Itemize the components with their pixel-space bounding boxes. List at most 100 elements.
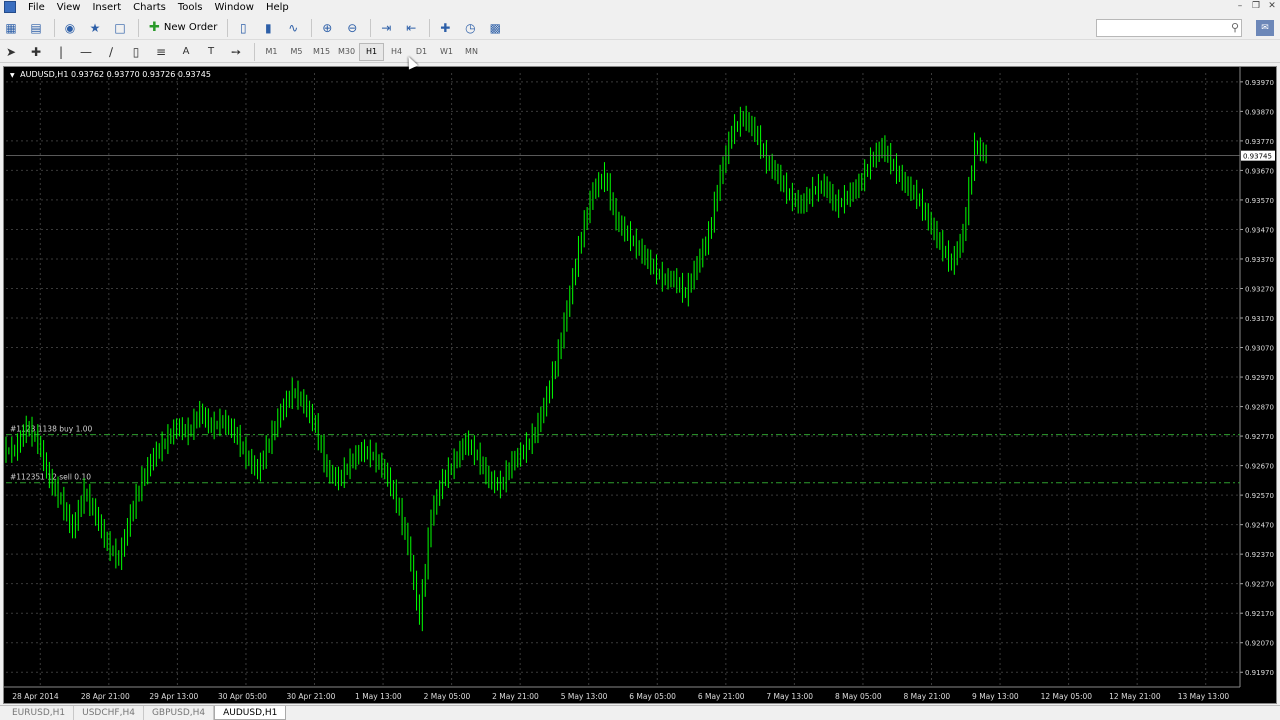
time-axis-label: 30 Apr 21:00 — [287, 692, 336, 701]
price-axis-label: 0.93870 — [1245, 108, 1274, 116]
plus-icon: ✚ — [149, 20, 160, 35]
toolbar-divider — [138, 18, 139, 37]
indicators-icon[interactable]: ✚ — [434, 18, 456, 38]
time-axis-label: 2 May 21:00 — [492, 692, 539, 701]
text-label-icon[interactable]: T — [200, 42, 222, 62]
timeframe-m5[interactable]: M5 — [284, 43, 309, 61]
trendline-icon[interactable]: ∕ — [100, 42, 122, 62]
channel-icon[interactable]: ▯ — [125, 42, 147, 62]
restore-icon[interactable]: ❐ — [1248, 0, 1264, 13]
price-axis-label: 0.93570 — [1245, 197, 1274, 205]
tab-audusd[interactable]: AUDUSD,H1 — [214, 706, 287, 720]
tab-usdchf[interactable]: USDCHF,H4 — [74, 706, 144, 720]
candlestick-icon[interactable]: ▮ — [257, 18, 279, 38]
line-studies-toolbar: ➤ ✚ | — ∕ ▯ ≡ A T ➙ M1 M5 M15 M30 H1 H4 … — [0, 41, 1280, 63]
menu-help[interactable]: Help — [260, 1, 295, 14]
line-chart-icon[interactable]: ∿ — [282, 18, 304, 38]
price-axis-label: 0.92370 — [1245, 551, 1274, 559]
zoom-out-icon[interactable]: ⊖ — [341, 18, 363, 38]
menu-insert[interactable]: Insert — [86, 1, 127, 14]
periods-icon[interactable]: ◷ — [459, 18, 481, 38]
timeframe-m1[interactable]: M1 — [259, 43, 284, 61]
horizontal-line-icon[interactable]: — — [75, 42, 97, 62]
menu-bar: File View Insert Charts Tools Window Hel… — [0, 0, 1280, 14]
time-axis-label: 29 Apr 13:00 — [149, 692, 198, 701]
price-axis-label: 0.93970 — [1245, 79, 1274, 87]
vertical-line-icon[interactable]: | — [50, 42, 72, 62]
arrows-icon[interactable]: ➙ — [225, 42, 247, 62]
cursor-icon[interactable]: ➤ — [0, 42, 22, 62]
time-axis-label: 28 Apr 2014 — [12, 692, 59, 701]
new-order-label: New Order — [163, 22, 218, 33]
time-axis-label: 8 May 05:00 — [835, 692, 882, 701]
chart-shift-icon[interactable]: ⇤ — [400, 18, 422, 38]
profiles-icon[interactable]: ▤ — [25, 18, 47, 38]
terminal-icon[interactable]: □ — [109, 18, 131, 38]
navigator-icon[interactable]: ★ — [84, 18, 106, 38]
tab-eurusd[interactable]: EURUSD,H1 — [4, 706, 75, 720]
minimize-icon[interactable]: – — [1232, 0, 1248, 13]
price-axis-label: 0.92170 — [1245, 610, 1274, 618]
window-controls: – ❐ ✕ — [1232, 0, 1280, 14]
price-axis-label: 0.93470 — [1245, 226, 1274, 234]
time-axis-label: 28 Apr 21:00 — [81, 692, 130, 701]
toolbar-divider — [370, 18, 372, 37]
market-watch-icon[interactable]: ◉ — [59, 18, 81, 38]
tab-gbpusd[interactable]: GBPUSD,H4 — [144, 706, 215, 720]
messages-icon[interactable]: ✉ — [1256, 20, 1274, 36]
timeframe-w1[interactable]: W1 — [434, 43, 459, 61]
fibonacci-icon[interactable]: ≡ — [150, 42, 172, 62]
toolbar-divider — [311, 18, 313, 37]
time-axis-label: 30 Apr 05:00 — [218, 692, 267, 701]
time-axis-label: 8 May 21:00 — [904, 692, 951, 701]
time-axis-label: 12 May 05:00 — [1041, 692, 1093, 701]
timeframe-m15[interactable]: M15 — [309, 43, 334, 61]
time-axis-label: 5 May 13:00 — [561, 692, 608, 701]
new-order-button[interactable]: ✚ New Order — [143, 18, 223, 38]
price-chart[interactable]: 0.93970 0.93870 0.93770 0.93670 0.93570 0.934… — [4, 67, 1276, 703]
price-axis-label: 0.92570 — [1245, 492, 1274, 500]
price-axis-label: 0.92470 — [1245, 522, 1274, 530]
timeframe-m30[interactable]: M30 — [334, 43, 359, 61]
price-axis-label: 0.92970 — [1245, 374, 1274, 382]
toolbar-divider — [227, 18, 229, 37]
price-axis-label: 0.93170 — [1245, 315, 1274, 323]
price-axis-label: 0.93270 — [1245, 285, 1274, 293]
standard-toolbar: ▦ ▤ ◉ ★ □ ✚ New Order ▯ ▮ ∿ ⊕ ⊖ ⇥ ⇤ ✚ ◷ … — [0, 16, 1280, 40]
order-label: #112351 12 sell 0.10 — [10, 473, 91, 482]
price-axis-label: 0.91970 — [1245, 669, 1274, 677]
price-axis-label: 0.92270 — [1245, 581, 1274, 589]
price-axis-label: 0.92070 — [1245, 640, 1274, 648]
search-input[interactable] — [1096, 19, 1242, 37]
text-icon[interactable]: A — [175, 42, 197, 62]
auto-scroll-icon[interactable]: ⇥ — [375, 18, 397, 38]
menu-file[interactable]: File — [22, 1, 51, 14]
price-axis-label: 0.92870 — [1245, 404, 1274, 412]
price-axis-label: 0.93070 — [1245, 345, 1274, 353]
timeframe-h1[interactable]: H1 — [359, 42, 384, 61]
price-axis-label: 0.92670 — [1245, 463, 1274, 471]
templates-icon[interactable]: ▩ — [484, 18, 506, 38]
timeframe-mn[interactable]: MN — [459, 43, 484, 61]
menu-tools[interactable]: Tools — [172, 1, 209, 14]
zoom-in-icon[interactable]: ⊕ — [316, 18, 338, 38]
search-icon[interactable]: ⚲ — [1231, 21, 1239, 34]
collapse-arrow-icon[interactable]: ▼ — [10, 72, 15, 79]
menu-view[interactable]: View — [51, 1, 87, 14]
order-label: #1123 1138 buy 1.00 — [10, 425, 92, 434]
bar-chart-icon[interactable]: ▯ — [232, 18, 254, 38]
current-price-label: 0.93745 — [1243, 153, 1272, 161]
chart-window[interactable]: 0.93970 0.93870 0.93770 0.93670 0.93570 0.934… — [3, 66, 1277, 704]
time-axis-label: 6 May 21:00 — [698, 692, 745, 701]
crosshair-icon[interactable]: ✚ — [25, 42, 47, 62]
menu-charts[interactable]: Charts — [127, 1, 172, 14]
price-axis-label: 0.92770 — [1245, 433, 1274, 441]
new-chart-icon[interactable]: ▦ — [0, 18, 22, 38]
chart-tabs: EURUSD,H1 USDCHF,H4 GBPUSD,H4 AUDUSD,H1 — [0, 705, 1280, 720]
time-axis-label: 2 May 05:00 — [424, 692, 471, 701]
menu-window[interactable]: Window — [209, 1, 260, 14]
time-axis-label: 13 May 13:00 — [1178, 692, 1230, 701]
chart-symbol-quote: AUDUSD,H1 0.93762 0.93770 0.93726 0.9374… — [20, 70, 211, 79]
price-axis-label: 0.93770 — [1245, 138, 1274, 146]
close-icon[interactable]: ✕ — [1264, 0, 1280, 13]
